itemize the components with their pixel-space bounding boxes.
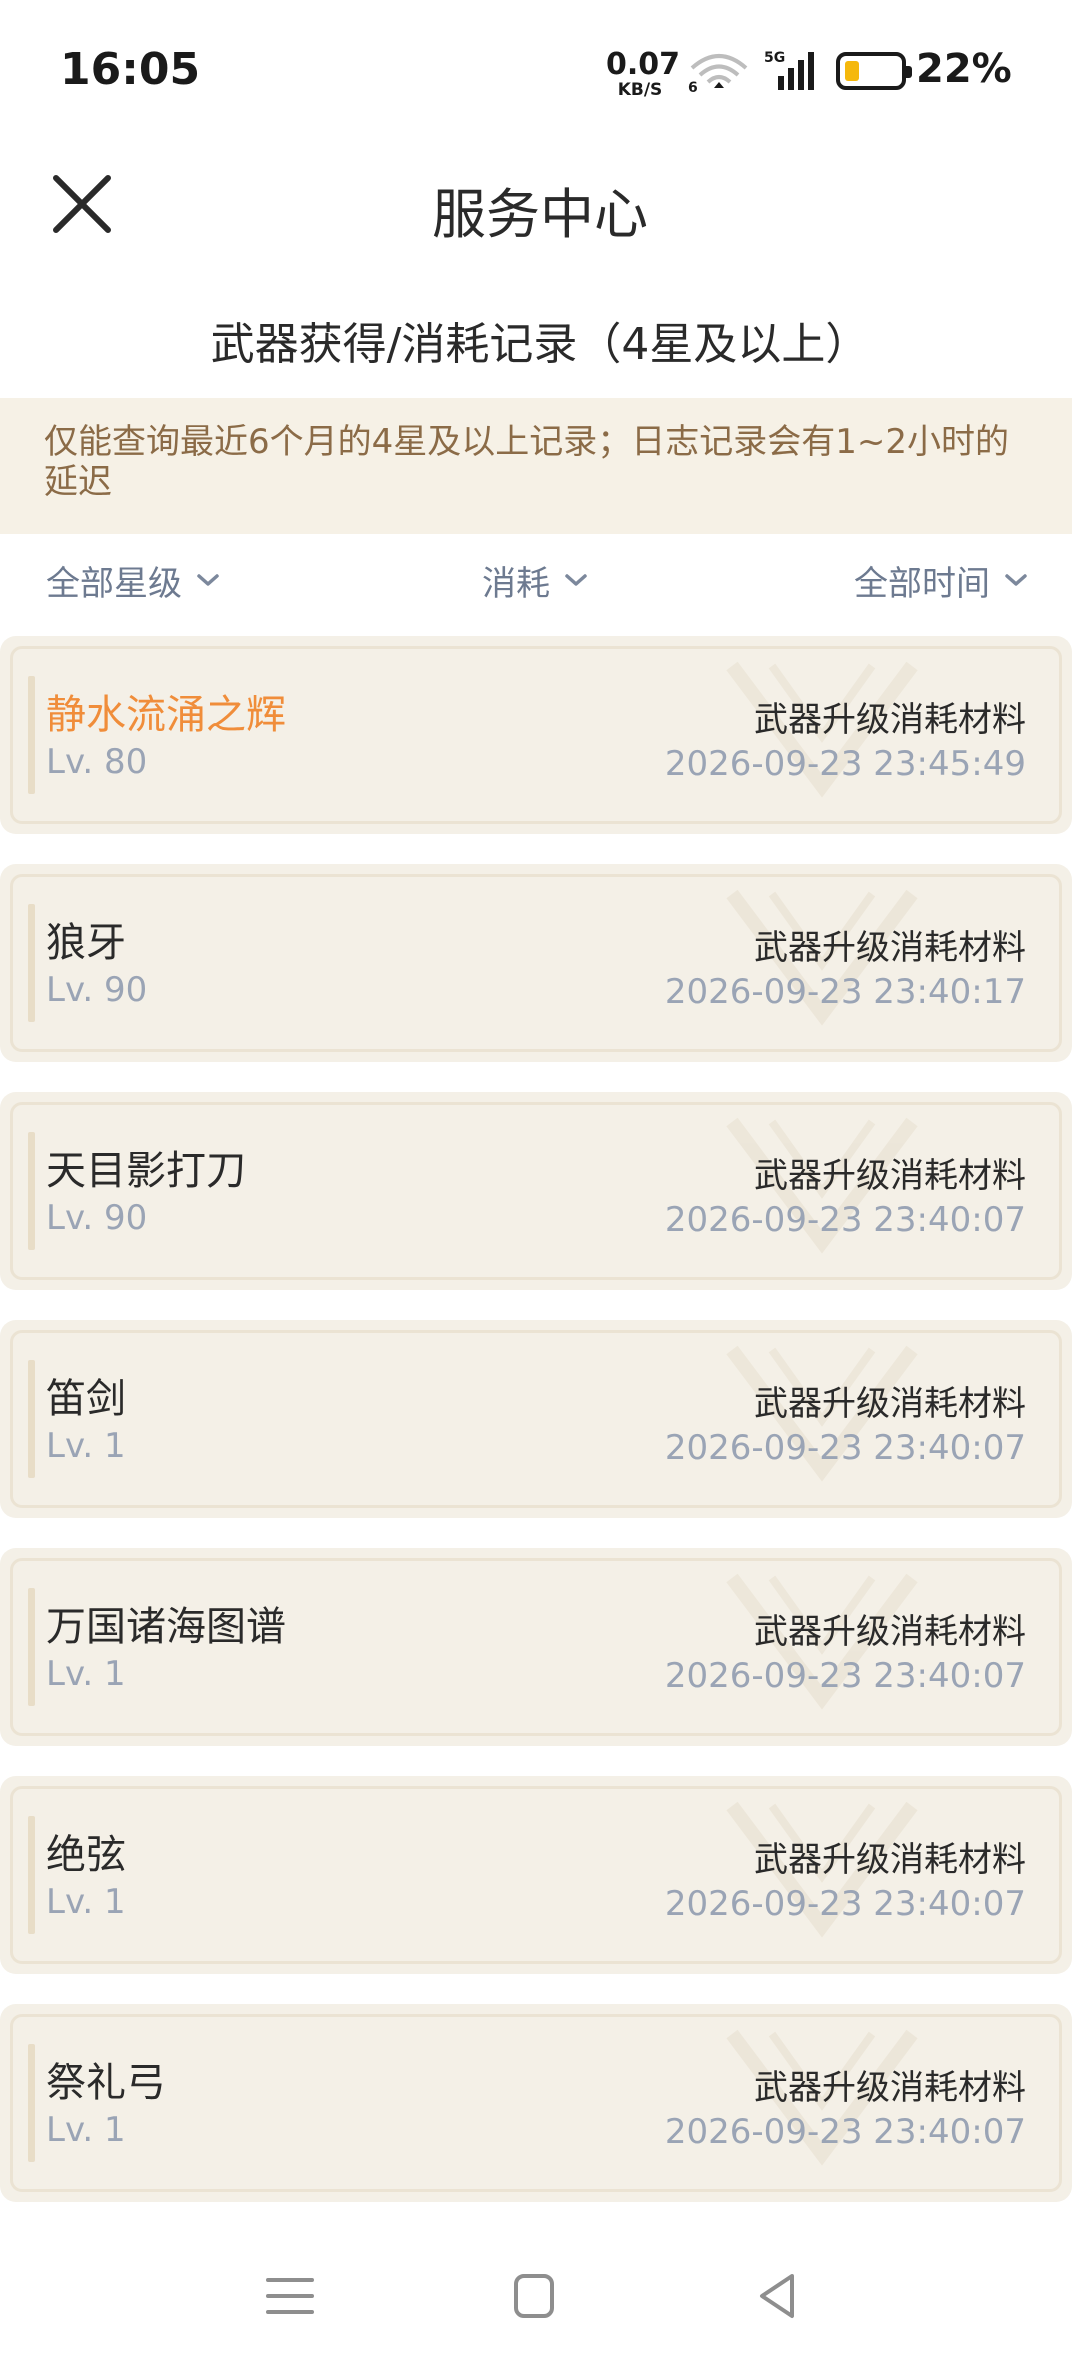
svg-text:5G: 5G xyxy=(764,50,785,66)
record-card[interactable]: 万国诸海图谱 Lv. 1 武器升级消耗材料 2026-09-23 23:40:0… xyxy=(0,1548,1072,1746)
record-type: 武器升级消耗材料 xyxy=(754,1840,1026,1880)
chevron-down-icon xyxy=(565,574,587,586)
notice-text: 仅能查询最近6个月的4星及以上记录；日志记录会有1~2小时的延迟 xyxy=(44,422,1010,502)
record-timestamp: 2026-09-23 23:40:07 xyxy=(664,1884,1026,1924)
record-timestamp: 2026-09-23 23:40:07 xyxy=(664,1656,1026,1696)
weapon-level: Lv. 90 xyxy=(46,1198,148,1238)
record-type: 武器升级消耗材料 xyxy=(754,700,1026,740)
time-filter-dropdown[interactable]: 全部时间 xyxy=(854,552,1028,608)
weapon-level: Lv. 1 xyxy=(46,2110,126,2150)
record-card[interactable]: 狼牙 Lv. 90 武器升级消耗材料 2026-09-23 23:40:17 xyxy=(0,864,1072,1062)
weapon-name: 笛剑 xyxy=(46,1376,126,1422)
status-bar: 16:05 0.07 KB/S 6 5G 22% xyxy=(0,0,1080,140)
weapon-name: 狼牙 xyxy=(46,920,126,966)
filter-bar: 全部星级 消耗 全部时间 xyxy=(0,552,1080,608)
weapon-name: 绝弦 xyxy=(46,1832,126,1878)
back-button[interactable] xyxy=(748,2270,808,2322)
weapon-level: Lv. 1 xyxy=(46,1882,126,1922)
weapon-level: Lv. 80 xyxy=(46,742,148,782)
record-card[interactable]: 天目影打刀 Lv. 90 武器升级消耗材料 2026-09-23 23:40:0… xyxy=(0,1092,1072,1290)
home-button[interactable] xyxy=(504,2270,564,2322)
notice-banner: 仅能查询最近6个月的4星及以上记录；日志记录会有1~2小时的延迟 xyxy=(0,398,1072,534)
section-title: 武器获得/消耗记录（4星及以上） xyxy=(210,319,870,370)
battery-icon xyxy=(836,52,912,90)
star-filter-dropdown[interactable]: 全部星级 xyxy=(46,552,220,608)
record-type: 武器升级消耗材料 xyxy=(754,928,1026,968)
status-time: 16:05 xyxy=(60,44,201,95)
type-filter-label: 消耗 xyxy=(482,563,550,604)
star-filter-label: 全部星级 xyxy=(46,563,182,604)
svg-text:6: 6 xyxy=(688,80,698,94)
signal-icon: 5G xyxy=(764,50,814,90)
weapon-name: 万国诸海图谱 xyxy=(46,1604,286,1650)
square-home-icon xyxy=(514,2274,554,2318)
record-card[interactable]: 静水流涌之辉 Lv. 80 武器升级消耗材料 2026-09-23 23:45:… xyxy=(0,636,1072,834)
record-type: 武器升级消耗材料 xyxy=(754,1384,1026,1424)
weapon-name: 静水流涌之辉 xyxy=(46,692,286,738)
menu-icon xyxy=(266,2278,314,2314)
record-type: 武器升级消耗材料 xyxy=(754,1156,1026,1196)
network-speed-value: 0.07 xyxy=(606,47,681,82)
wifi-icon: 6 xyxy=(688,54,748,94)
time-filter-label: 全部时间 xyxy=(854,563,990,604)
type-filter-dropdown[interactable]: 消耗 xyxy=(482,552,588,608)
record-type: 武器升级消耗材料 xyxy=(754,2068,1026,2108)
record-timestamp: 2026-09-23 23:40:07 xyxy=(664,2112,1026,2152)
record-card[interactable]: 笛剑 Lv. 1 武器升级消耗材料 2026-09-23 23:40:07 xyxy=(0,1320,1072,1518)
system-nav-bar xyxy=(0,2220,1080,2372)
record-card[interactable]: 绝弦 Lv. 1 武器升级消耗材料 2026-09-23 23:40:07 xyxy=(0,1776,1072,1974)
weapon-name: 祭礼弓 xyxy=(46,2060,166,2106)
network-speed-unit: KB/S xyxy=(617,80,663,100)
battery-percent: 22% xyxy=(916,46,1012,92)
record-card[interactable]: 祭礼弓 Lv. 1 武器升级消耗材料 2026-09-23 23:40:07 xyxy=(0,2004,1072,2202)
recent-apps-button[interactable] xyxy=(260,2270,320,2322)
record-timestamp: 2026-09-23 23:40:17 xyxy=(664,972,1026,1012)
chevron-down-icon xyxy=(197,574,219,586)
record-timestamp: 2026-09-23 23:40:07 xyxy=(664,1428,1026,1468)
battery-fill xyxy=(845,61,859,81)
page-title: 服务中心 xyxy=(432,183,648,246)
network-speed: 0.07 KB/S xyxy=(606,47,681,100)
record-type: 武器升级消耗材料 xyxy=(754,1612,1026,1652)
record-timestamp: 2026-09-23 23:40:07 xyxy=(664,1200,1026,1240)
weapon-level: Lv. 1 xyxy=(46,1426,126,1466)
triangle-back-icon xyxy=(760,2274,794,2318)
weapon-level: Lv. 1 xyxy=(46,1654,126,1694)
weapon-level: Lv. 90 xyxy=(46,970,148,1010)
record-timestamp: 2026-09-23 23:45:49 xyxy=(664,744,1026,784)
chevron-down-icon xyxy=(1005,574,1027,586)
weapon-name: 天目影打刀 xyxy=(46,1148,246,1194)
